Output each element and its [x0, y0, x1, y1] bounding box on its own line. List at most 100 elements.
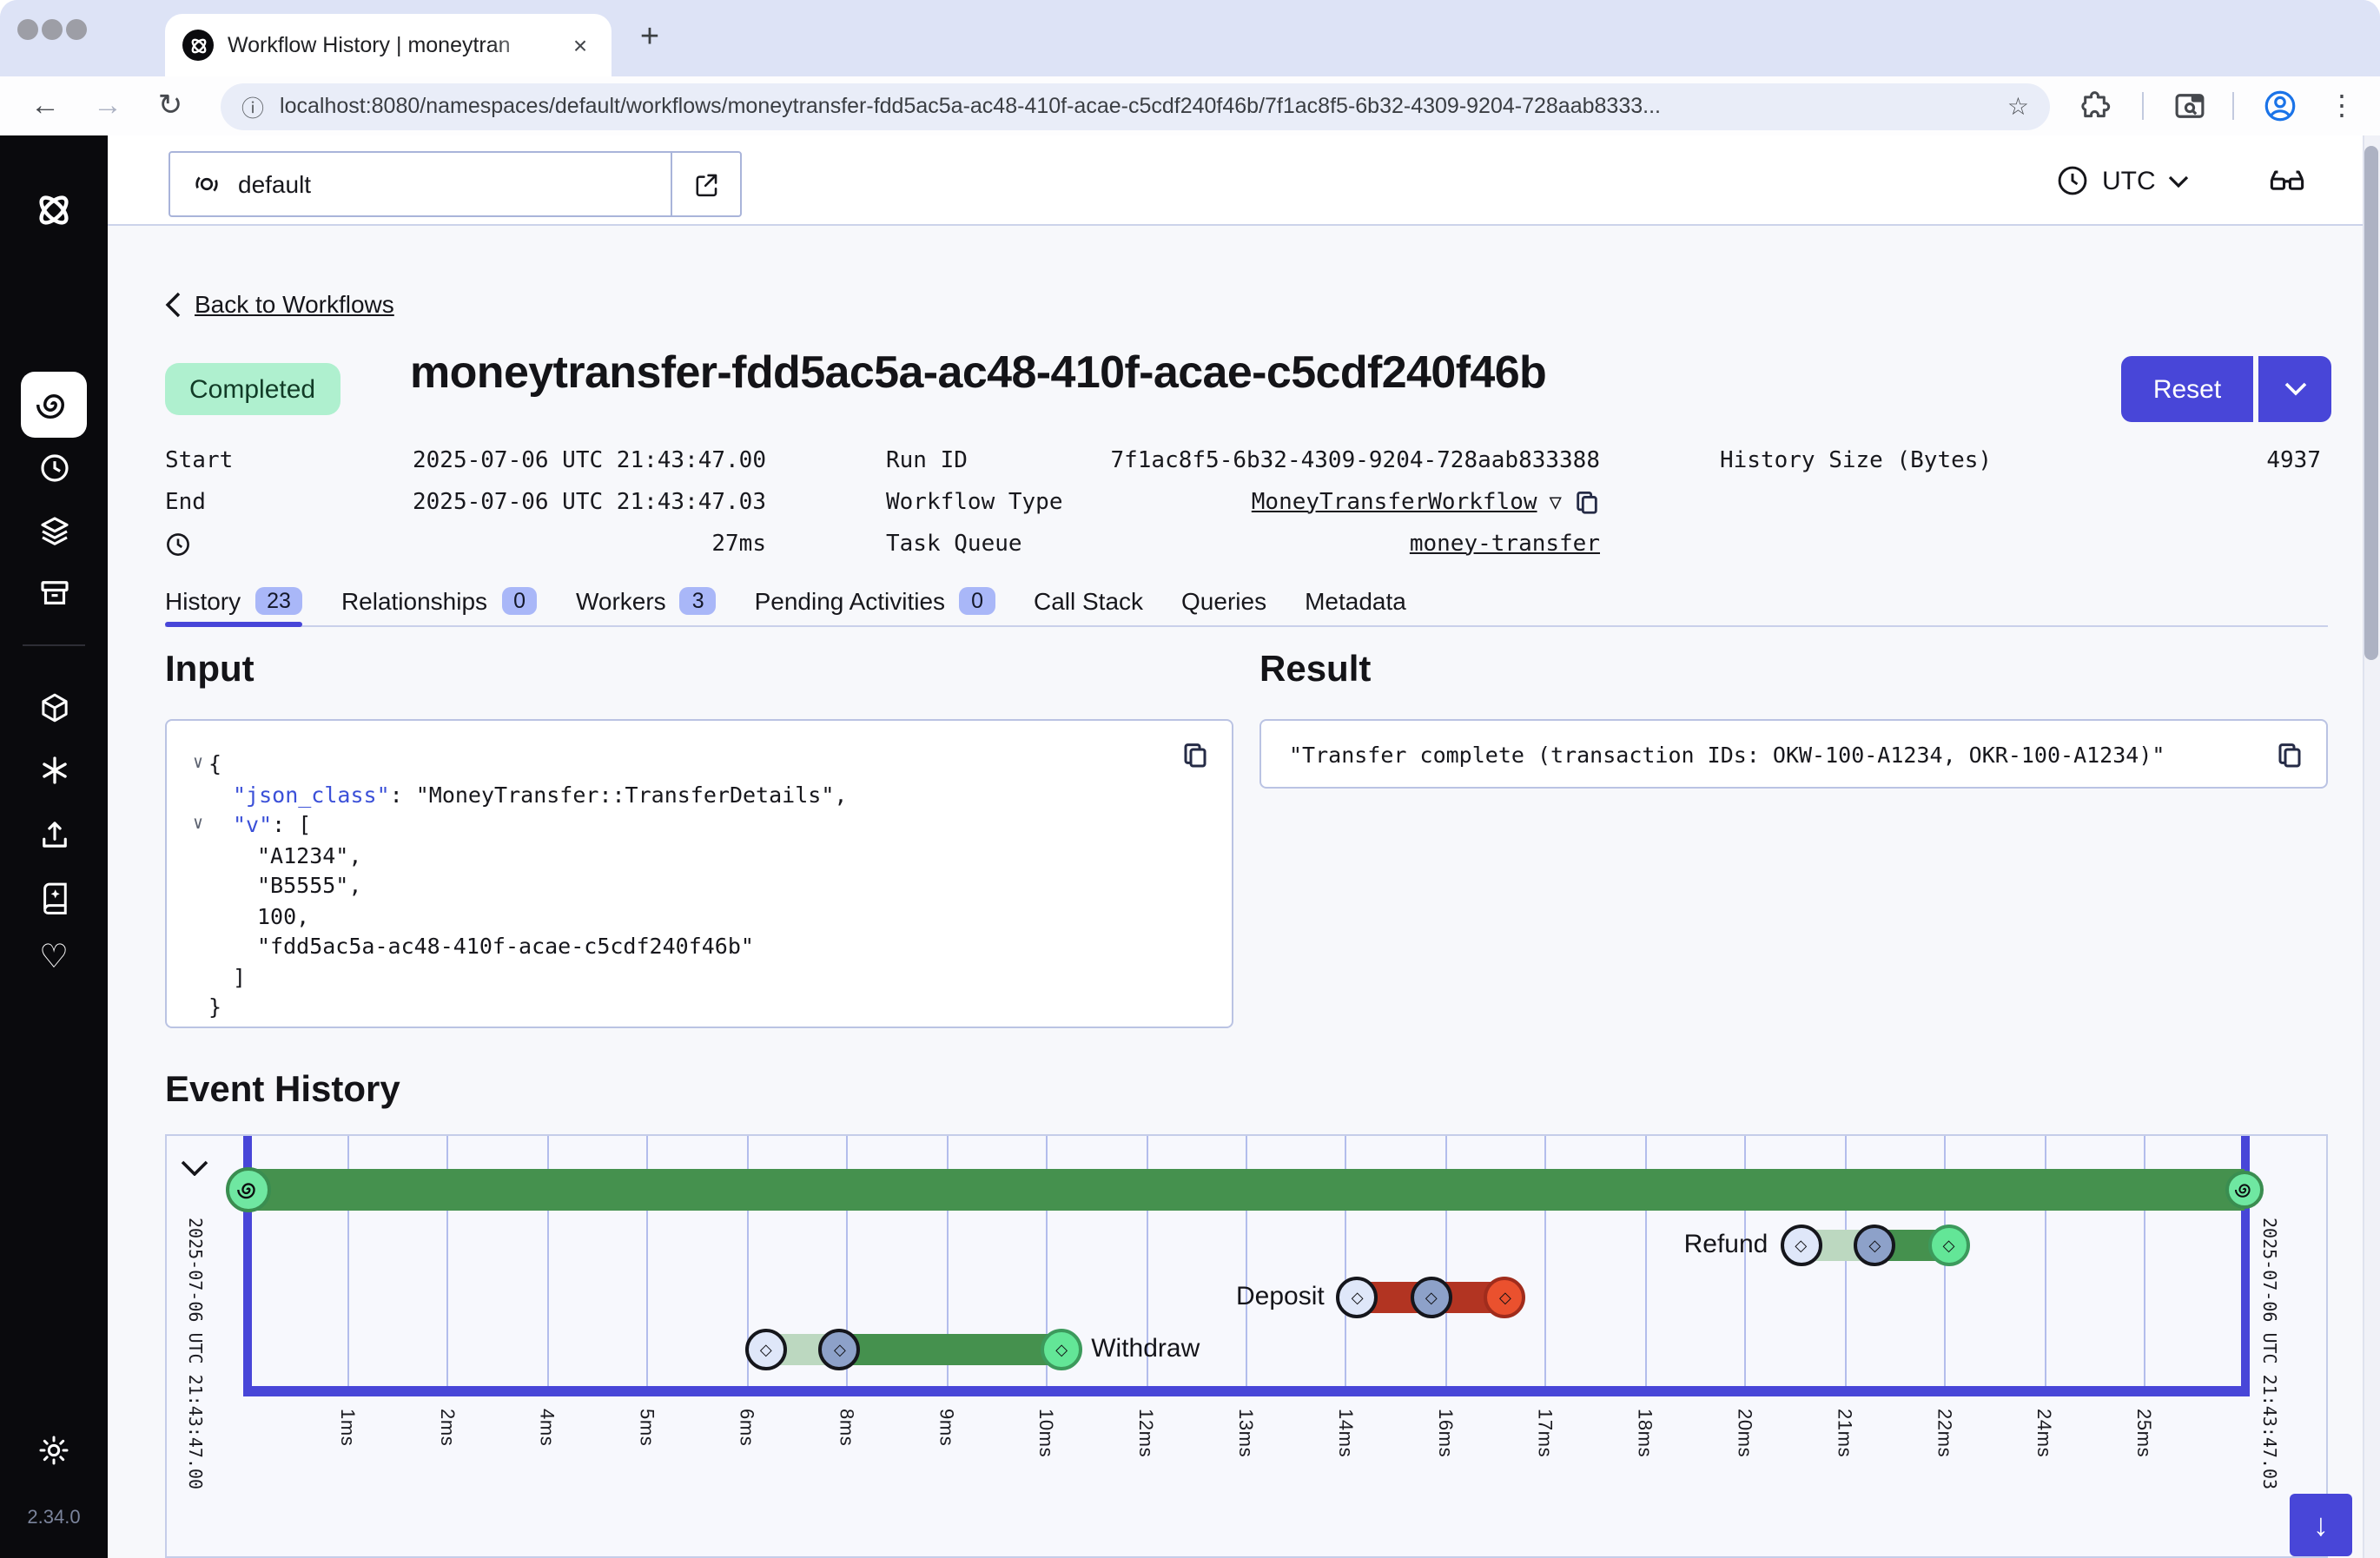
labs-mode-toggle[interactable] [2267, 162, 2307, 210]
duration-clock-icon [165, 531, 191, 557]
temporal-logo-icon[interactable] [0, 188, 108, 233]
layers-icon [36, 512, 72, 549]
sidebar-item-import-export[interactable] [0, 816, 108, 853]
timezone-select[interactable]: UTC [2055, 156, 2189, 205]
activity-event-scheduled-withdraw[interactable]: ◇ [745, 1329, 787, 1370]
tab-call-stack[interactable]: Call Stack [1034, 575, 1143, 625]
sidebar-item-schedules[interactable] [0, 450, 108, 486]
sidebar-item-workflows[interactable] [21, 372, 87, 438]
workflow-execution-bar[interactable] [248, 1169, 2244, 1211]
activity-running-bar-withdraw[interactable] [840, 1334, 1061, 1365]
reload-button[interactable]: ↻ [149, 89, 191, 123]
meta-row-start: Start 2025-07-06 UTC 21:43:47.00 [165, 439, 766, 481]
browser-menu-icon[interactable]: ⋮ [2328, 89, 2356, 123]
tab-pending-activities[interactable]: Pending Activities0 [755, 575, 995, 625]
axis-tick-label: 21ms [1833, 1409, 1854, 1457]
tab-metadata[interactable]: Metadata [1305, 575, 1406, 625]
meta-column-history: History Size (Bytes) 4937 [1720, 439, 2321, 481]
meta-row-run-id: Run ID 7f1ac8f5-6b32-4309-9204-728aab833… [886, 439, 1600, 481]
namespace-open-button[interactable] [671, 153, 740, 215]
copy-result-button[interactable] [2276, 742, 2304, 775]
activity-label-refund: Refund [1684, 1228, 1768, 1263]
scroll-to-bottom-button[interactable]: ↓ [2290, 1494, 2352, 1556]
window-zoom-button[interactable] [66, 19, 87, 40]
window-close-button[interactable] [17, 19, 38, 40]
namespace-select[interactable]: default [169, 151, 742, 217]
activity-event-started-deposit[interactable]: ◇ [1411, 1277, 1452, 1318]
tab-search-icon[interactable] [2172, 88, 2208, 124]
activity-event-completed-withdraw[interactable]: ◇ [1041, 1329, 1082, 1370]
workflow-type-link[interactable]: MoneyTransferWorkflow [1252, 489, 1537, 515]
code-line: 100, [208, 903, 309, 929]
task-queue-link[interactable]: money-transfer [1410, 531, 1600, 557]
theme-toggle[interactable] [0, 1433, 108, 1468]
axis-tick-label: 22ms [1933, 1409, 1954, 1457]
tab-count-badge: 0 [501, 586, 538, 614]
tab-history[interactable]: History23 [165, 575, 303, 625]
back-button[interactable]: ← [24, 89, 66, 123]
page-scrollbar-thumb[interactable] [2364, 146, 2378, 660]
workflow-start-badge[interactable] [226, 1167, 271, 1212]
back-to-workflows-link[interactable]: Back to Workflows [165, 290, 394, 318]
sidebar-item-docs[interactable] [0, 879, 108, 915]
activity-label-withdraw: Withdraw [1091, 1332, 1200, 1367]
timeline-collapse-button[interactable] [181, 1153, 208, 1185]
activity-event-completed-refund[interactable]: ◇ [1928, 1225, 1970, 1266]
browser-toolbar: ← → ↻ ⓘ localhost:8080/namespaces/defaul… [0, 76, 2380, 135]
sidebar-item-nexus[interactable] [0, 690, 108, 726]
task-queue-label: Task Queue [886, 531, 1022, 557]
meta-row-task-queue: Task Queue money-transfer [886, 523, 1600, 564]
history-size-value: 4937 [2266, 447, 2321, 473]
external-link-icon [691, 169, 721, 199]
browser-window: Workflow History | moneytran × + ← → ↻ ⓘ… [0, 0, 2380, 1558]
address-bar[interactable]: ⓘ localhost:8080/namespaces/default/work… [221, 83, 2050, 129]
axis-tick-label: 5ms [636, 1409, 657, 1446]
timeline-end-time: 2025-07-06 UTC 21:43:47.03 [2258, 1218, 2278, 1558]
code-line: "json_class": "MoneyTransfer::TransferDe… [208, 782, 847, 808]
axis-tick-label: 10ms [1035, 1409, 1055, 1457]
tab-queries[interactable]: Queries [1181, 575, 1266, 625]
status-badge: Completed [165, 363, 340, 415]
tab-workers[interactable]: Workers3 [576, 575, 717, 625]
forward-button[interactable]: → [87, 89, 129, 123]
sidebar-item-batch-operations[interactable] [0, 752, 108, 789]
input-code-block: ∨{"json_class": "MoneyTransfer::Transfer… [165, 719, 1233, 1028]
input-heading: Input [165, 650, 255, 691]
bookmark-star-icon[interactable]: ☆ [2007, 91, 2029, 121]
copy-icon [1181, 742, 1209, 769]
workflow-end-badge[interactable] [2225, 1171, 2264, 1209]
code-line: { [208, 751, 221, 777]
site-info-icon[interactable]: ⓘ [241, 89, 264, 122]
timeline-axis-bar[interactable] [248, 1386, 2244, 1396]
reset-menu-button[interactable] [2258, 356, 2331, 422]
profile-icon[interactable] [2262, 88, 2298, 124]
window-minimize-button[interactable] [42, 19, 63, 40]
json-collapse-caret-icon[interactable]: ∨ [188, 755, 208, 774]
workflow-type-label: Workflow Type [886, 489, 1063, 515]
sun-icon [36, 1433, 71, 1468]
main-area: default UTC [108, 135, 2380, 1558]
reset-button[interactable]: Reset [2121, 356, 2253, 422]
sidebar-item-archival[interactable] [0, 575, 108, 611]
activity-event-scheduled-refund[interactable]: ◇ [1780, 1225, 1821, 1266]
tab-close-icon[interactable]: × [566, 31, 594, 59]
end-label: End [165, 489, 206, 515]
activity-event-failed-deposit[interactable]: ◇ [1484, 1277, 1526, 1318]
axis-tick-label: 24ms [2033, 1409, 2053, 1457]
extensions-icon[interactable] [2078, 89, 2112, 123]
meta-column-ids: Run ID 7f1ac8f5-6b32-4309-9204-728aab833… [886, 439, 1600, 564]
meta-row-end: End 2025-07-06 UTC 21:43:47.03 [165, 481, 766, 523]
sidebar-item-feedback[interactable]: ♡ [0, 941, 108, 976]
sidebar-item-namespaces[interactable] [0, 512, 108, 549]
copy-icon[interactable] [1574, 489, 1600, 515]
filter-icon[interactable]: ▽ [1550, 490, 1562, 514]
tab-relationships[interactable]: Relationships 0 [341, 575, 538, 625]
workflows-spiral-icon [35, 386, 73, 424]
docs-book-icon [36, 879, 72, 915]
json-collapse-caret-icon[interactable]: ∨ [188, 815, 208, 835]
namespace-current[interactable]: default [170, 153, 671, 215]
browser-tab[interactable]: Workflow History | moneytran × [165, 14, 612, 76]
new-tab-button[interactable]: + [632, 21, 667, 56]
copy-input-button[interactable] [1181, 742, 1209, 778]
tab-label: Relationships [341, 586, 487, 614]
